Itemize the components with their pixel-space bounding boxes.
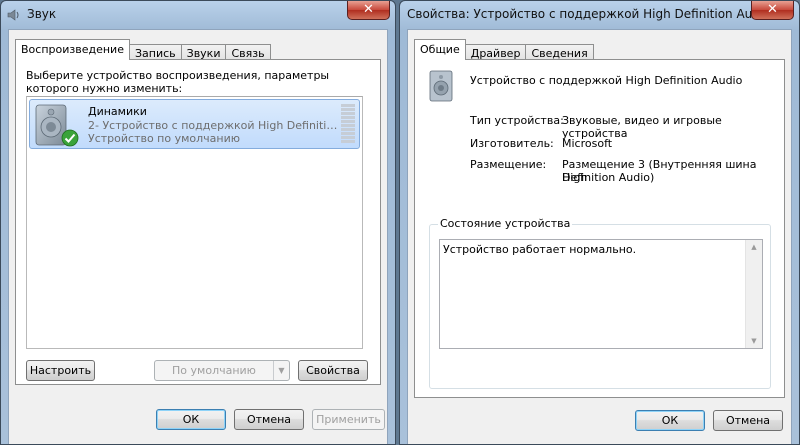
- properties-button[interactable]: Свойства: [298, 360, 368, 381]
- title-bar[interactable]: Свойства: Устройство с поддержкой High D…: [400, 1, 799, 29]
- device-status-group: Состояние устройства Устройство работает…: [429, 217, 771, 389]
- sound-window: Звук ✕ Воспроизведение Запись Звуки Связь В…: [0, 0, 396, 445]
- device-status: Устройство по умолчанию: [88, 132, 241, 145]
- tab-strip: Воспроизведение Запись Звуки Связь: [15, 39, 271, 62]
- device-list[interactable]: Динамики 2- Устройство с поддержкой High…: [26, 96, 363, 349]
- tab-general[interactable]: Общие: [414, 39, 466, 60]
- apply-button[interactable]: Применить: [312, 409, 385, 430]
- window-client: Воспроизведение Запись Звуки Связь Выберите…: [8, 29, 388, 444]
- manufacturer-value: Microsoft: [562, 137, 613, 150]
- window-client: Общие Драйвер Сведения Устройство с поддер…: [407, 29, 792, 444]
- window-title: Свойства: Устройство с поддержкой High D…: [407, 7, 771, 21]
- location-label: Размещение:: [470, 158, 547, 171]
- device-status-group-label: Состояние устройства: [438, 217, 573, 230]
- volume-meter: [341, 104, 355, 146]
- configure-button[interactable]: Настроить: [26, 360, 95, 381]
- close-button[interactable]: ✕: [751, 1, 794, 20]
- device-type-label: Тип устройства:: [470, 114, 564, 127]
- device-status-text: Устройство работает нормально.: [443, 243, 637, 256]
- title-bar[interactable]: Звук ✕: [1, 1, 395, 29]
- speaker-icon: [7, 9, 19, 21]
- speaker-icon: [429, 70, 453, 102]
- scroll-up-icon[interactable]: ▲: [746, 240, 762, 254]
- green-check-icon: [61, 129, 79, 147]
- general-panel: Устройство с поддержкой High Definition …: [414, 59, 785, 398]
- tab-playback[interactable]: Воспроизведение: [15, 39, 130, 60]
- device-item-speakers[interactable]: Динамики 2- Устройство с поддержкой High…: [29, 99, 360, 149]
- ok-button[interactable]: ОК: [156, 409, 226, 430]
- device-name: Устройство с поддержкой High Definition …: [470, 74, 743, 87]
- set-default-button[interactable]: По умолчанию ▼: [154, 360, 290, 381]
- device-name: Динамики: [88, 105, 147, 118]
- close-button[interactable]: ✕: [347, 1, 390, 20]
- cancel-button[interactable]: Отмена: [713, 410, 783, 431]
- window-title: Звук: [27, 7, 57, 21]
- device-subtitle: 2- Устройство с поддержкой High Definiti…: [88, 119, 344, 132]
- ok-button[interactable]: ОК: [635, 410, 705, 431]
- playback-panel: Выберите устройство воспроизведения, пар…: [15, 59, 381, 385]
- tab-strip: Общие Драйвер Сведения: [414, 39, 594, 62]
- manufacturer-label: Изготовитель:: [470, 137, 554, 150]
- scroll-down-icon[interactable]: ▼: [746, 334, 762, 348]
- location-value-line2: Definition Audio): [562, 171, 655, 184]
- cancel-button[interactable]: Отмена: [234, 409, 304, 430]
- device-status-textbox[interactable]: Устройство работает нормально. ▲ ▼: [439, 239, 763, 349]
- vertical-scrollbar[interactable]: ▲ ▼: [745, 240, 762, 348]
- chevron-down-icon[interactable]: ▼: [273, 361, 289, 380]
- set-default-label: По умолчанию: [172, 364, 256, 377]
- instruction-text: Выберите устройство воспроизведения, пар…: [26, 69, 330, 95]
- properties-window: Свойства: Устройство с поддержкой High D…: [399, 0, 800, 445]
